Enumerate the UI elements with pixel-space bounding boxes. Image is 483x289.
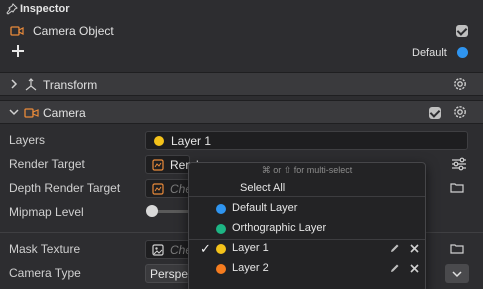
pencil-icon[interactable] bbox=[389, 263, 400, 274]
gear-icon[interactable] bbox=[453, 105, 467, 119]
transform-section-header[interactable]: Transform bbox=[0, 72, 483, 96]
object-enabled-checkbox[interactable] bbox=[456, 25, 468, 37]
depth-render-target-field[interactable]: Che bbox=[145, 179, 192, 198]
layer-option-label: Orthographic Layer bbox=[232, 222, 327, 234]
layer-option-orthographic[interactable]: Orthographic Layer bbox=[189, 219, 425, 239]
close-icon[interactable] bbox=[409, 263, 420, 274]
layers-value: Layer 1 bbox=[171, 134, 212, 148]
layer-color-dot bbox=[216, 204, 226, 214]
folder-icon[interactable] bbox=[450, 243, 464, 254]
chevron-down-icon bbox=[452, 271, 462, 278]
pin-icon[interactable] bbox=[6, 3, 18, 15]
mipmap-slider-knob[interactable] bbox=[146, 205, 158, 217]
camera-icon bbox=[10, 26, 24, 36]
layers-label: Layers bbox=[9, 133, 46, 147]
layer-select-popup: ⌘ or ⇧ for multi-select Select All Defau… bbox=[188, 162, 426, 289]
render-target-field[interactable]: Rende bbox=[145, 155, 205, 174]
chevron-down-icon[interactable] bbox=[9, 107, 19, 117]
layer-option-label: Default Layer bbox=[232, 202, 298, 214]
camera-section-header[interactable]: Camera bbox=[0, 100, 483, 124]
render-target-icon bbox=[152, 159, 164, 171]
layer-color-dot bbox=[216, 224, 226, 234]
mask-texture-label: Mask Texture bbox=[9, 242, 81, 256]
object-name[interactable]: Camera Object bbox=[33, 24, 114, 38]
section-title: Camera bbox=[43, 106, 86, 120]
layer-option-default[interactable]: Default Layer bbox=[189, 199, 425, 219]
close-icon[interactable] bbox=[409, 243, 420, 254]
select-all-option[interactable]: Select All bbox=[240, 182, 285, 194]
camera-enabled-checkbox[interactable] bbox=[429, 107, 441, 119]
sliders-icon[interactable] bbox=[451, 157, 467, 171]
camera-icon bbox=[24, 108, 39, 118]
camera-type-value: Perspe bbox=[150, 267, 189, 281]
layer-color-dot[interactable] bbox=[457, 47, 468, 58]
mask-texture-field[interactable]: Che bbox=[145, 240, 192, 259]
pencil-icon[interactable] bbox=[389, 243, 400, 254]
layer-color-dot bbox=[154, 136, 164, 146]
panel-title: Inspector bbox=[20, 3, 70, 15]
multi-select-hint: ⌘ or ⇧ for multi-select bbox=[261, 165, 353, 175]
render-target-icon bbox=[152, 183, 164, 195]
image-icon bbox=[152, 244, 164, 256]
layer-option-label: Layer 2 bbox=[232, 262, 269, 274]
mipmap-level-label: Mipmap Level bbox=[9, 205, 84, 219]
camera-type-select[interactable]: Perspe bbox=[145, 264, 190, 283]
camera-type-label: Camera Type bbox=[9, 266, 81, 280]
layer-color-dot bbox=[216, 264, 226, 274]
layers-dropdown[interactable]: Layer 1 bbox=[145, 131, 468, 150]
section-title: Transform bbox=[43, 78, 98, 92]
folder-icon[interactable] bbox=[450, 182, 464, 193]
plus-icon[interactable] bbox=[11, 44, 25, 58]
object-layer-label[interactable]: Default bbox=[412, 47, 447, 59]
chevron-right-icon[interactable] bbox=[9, 79, 19, 89]
layer-option-layer-2[interactable]: Layer 2 bbox=[189, 259, 425, 279]
layer-option-layer-1[interactable]: ✓ Layer 1 bbox=[189, 239, 425, 259]
gear-icon[interactable] bbox=[453, 77, 467, 91]
axes-icon bbox=[25, 78, 37, 91]
layer-option-label: Layer 1 bbox=[232, 242, 269, 254]
popup-divider bbox=[189, 196, 425, 197]
layer-color-dot bbox=[216, 244, 226, 254]
camera-type-dropdown-button[interactable] bbox=[445, 264, 469, 283]
checkmark-icon: ✓ bbox=[200, 241, 211, 256]
render-target-label: Render Target bbox=[9, 157, 85, 171]
depth-render-target-label: Depth Render Target bbox=[9, 181, 121, 195]
